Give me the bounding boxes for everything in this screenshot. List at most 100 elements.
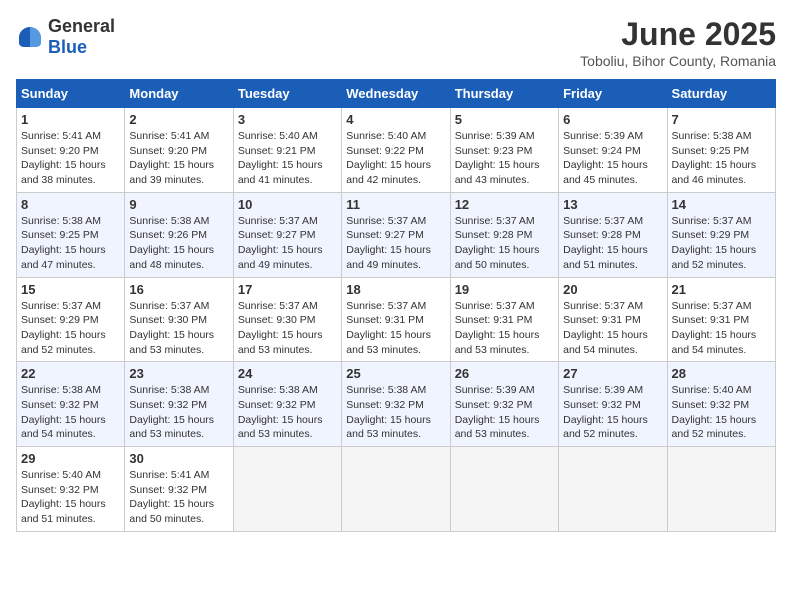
table-row: 23 Sunrise: 5:38 AM Sunset: 9:32 PM Dayl… (125, 362, 233, 447)
day-number: 28 (672, 366, 771, 381)
day-number: 29 (21, 451, 120, 466)
table-row: 22 Sunrise: 5:38 AM Sunset: 9:32 PM Dayl… (17, 362, 125, 447)
day-number: 12 (455, 197, 554, 212)
day-number: 8 (21, 197, 120, 212)
table-row: 29 Sunrise: 5:40 AM Sunset: 9:32 PM Dayl… (17, 447, 125, 532)
day-info: Sunrise: 5:41 AM Sunset: 9:32 PM Dayligh… (129, 468, 228, 527)
day-info: Sunrise: 5:38 AM Sunset: 9:32 PM Dayligh… (346, 383, 445, 442)
table-row: 17 Sunrise: 5:37 AM Sunset: 9:30 PM Dayl… (233, 277, 341, 362)
day-number: 19 (455, 282, 554, 297)
day-number: 25 (346, 366, 445, 381)
day-info: Sunrise: 5:39 AM Sunset: 9:24 PM Dayligh… (563, 129, 662, 188)
day-number: 5 (455, 112, 554, 127)
day-info: Sunrise: 5:38 AM Sunset: 9:32 PM Dayligh… (129, 383, 228, 442)
day-info: Sunrise: 5:37 AM Sunset: 9:27 PM Dayligh… (238, 214, 337, 273)
table-row: 4 Sunrise: 5:40 AM Sunset: 9:22 PM Dayli… (342, 108, 450, 193)
logo-general: General (48, 16, 115, 36)
calendar-week-row: 8 Sunrise: 5:38 AM Sunset: 9:25 PM Dayli… (17, 192, 776, 277)
table-row: 7 Sunrise: 5:38 AM Sunset: 9:25 PM Dayli… (667, 108, 775, 193)
calendar-table: Sunday Monday Tuesday Wednesday Thursday… (16, 79, 776, 532)
day-info: Sunrise: 5:37 AM Sunset: 9:30 PM Dayligh… (129, 299, 228, 358)
day-info: Sunrise: 5:40 AM Sunset: 9:32 PM Dayligh… (21, 468, 120, 527)
day-number: 18 (346, 282, 445, 297)
header-saturday: Saturday (667, 80, 775, 108)
table-row: 27 Sunrise: 5:39 AM Sunset: 9:32 PM Dayl… (559, 362, 667, 447)
table-row: 10 Sunrise: 5:37 AM Sunset: 9:27 PM Dayl… (233, 192, 341, 277)
day-number: 24 (238, 366, 337, 381)
table-row: 8 Sunrise: 5:38 AM Sunset: 9:25 PM Dayli… (17, 192, 125, 277)
table-row: 11 Sunrise: 5:37 AM Sunset: 9:27 PM Dayl… (342, 192, 450, 277)
header-sunday: Sunday (17, 80, 125, 108)
day-info: Sunrise: 5:38 AM Sunset: 9:26 PM Dayligh… (129, 214, 228, 273)
header-monday: Monday (125, 80, 233, 108)
table-row (233, 447, 341, 532)
day-number: 13 (563, 197, 662, 212)
day-number: 14 (672, 197, 771, 212)
day-info: Sunrise: 5:40 AM Sunset: 9:32 PM Dayligh… (672, 383, 771, 442)
day-number: 2 (129, 112, 228, 127)
location-title: Toboliu, Bihor County, Romania (580, 53, 776, 69)
day-number: 20 (563, 282, 662, 297)
day-info: Sunrise: 5:37 AM Sunset: 9:31 PM Dayligh… (672, 299, 771, 358)
page-header: General Blue June 2025 Toboliu, Bihor Co… (16, 16, 776, 69)
day-info: Sunrise: 5:38 AM Sunset: 9:32 PM Dayligh… (238, 383, 337, 442)
calendar-week-row: 1 Sunrise: 5:41 AM Sunset: 9:20 PM Dayli… (17, 108, 776, 193)
day-number: 23 (129, 366, 228, 381)
day-number: 26 (455, 366, 554, 381)
header-thursday: Thursday (450, 80, 558, 108)
table-row: 18 Sunrise: 5:37 AM Sunset: 9:31 PM Dayl… (342, 277, 450, 362)
day-info: Sunrise: 5:37 AM Sunset: 9:28 PM Dayligh… (455, 214, 554, 273)
day-info: Sunrise: 5:39 AM Sunset: 9:32 PM Dayligh… (455, 383, 554, 442)
calendar-week-row: 22 Sunrise: 5:38 AM Sunset: 9:32 PM Dayl… (17, 362, 776, 447)
calendar-week-row: 15 Sunrise: 5:37 AM Sunset: 9:29 PM Dayl… (17, 277, 776, 362)
header-tuesday: Tuesday (233, 80, 341, 108)
day-info: Sunrise: 5:37 AM Sunset: 9:28 PM Dayligh… (563, 214, 662, 273)
table-row: 14 Sunrise: 5:37 AM Sunset: 9:29 PM Dayl… (667, 192, 775, 277)
day-info: Sunrise: 5:38 AM Sunset: 9:32 PM Dayligh… (21, 383, 120, 442)
day-info: Sunrise: 5:37 AM Sunset: 9:31 PM Dayligh… (563, 299, 662, 358)
table-row: 13 Sunrise: 5:37 AM Sunset: 9:28 PM Dayl… (559, 192, 667, 277)
table-row: 20 Sunrise: 5:37 AM Sunset: 9:31 PM Dayl… (559, 277, 667, 362)
table-row: 5 Sunrise: 5:39 AM Sunset: 9:23 PM Dayli… (450, 108, 558, 193)
logo-text: General Blue (48, 16, 115, 58)
table-row: 26 Sunrise: 5:39 AM Sunset: 9:32 PM Dayl… (450, 362, 558, 447)
day-info: Sunrise: 5:38 AM Sunset: 9:25 PM Dayligh… (21, 214, 120, 273)
table-row: 2 Sunrise: 5:41 AM Sunset: 9:20 PM Dayli… (125, 108, 233, 193)
table-row: 30 Sunrise: 5:41 AM Sunset: 9:32 PM Dayl… (125, 447, 233, 532)
day-number: 17 (238, 282, 337, 297)
table-row: 24 Sunrise: 5:38 AM Sunset: 9:32 PM Dayl… (233, 362, 341, 447)
logo-icon (16, 23, 44, 51)
day-number: 1 (21, 112, 120, 127)
day-number: 27 (563, 366, 662, 381)
calendar-header-row: Sunday Monday Tuesday Wednesday Thursday… (17, 80, 776, 108)
day-info: Sunrise: 5:40 AM Sunset: 9:21 PM Dayligh… (238, 129, 337, 188)
day-info: Sunrise: 5:41 AM Sunset: 9:20 PM Dayligh… (129, 129, 228, 188)
day-info: Sunrise: 5:39 AM Sunset: 9:32 PM Dayligh… (563, 383, 662, 442)
logo: General Blue (16, 16, 115, 58)
day-number: 11 (346, 197, 445, 212)
table-row: 19 Sunrise: 5:37 AM Sunset: 9:31 PM Dayl… (450, 277, 558, 362)
day-number: 22 (21, 366, 120, 381)
day-number: 21 (672, 282, 771, 297)
table-row (559, 447, 667, 532)
day-number: 9 (129, 197, 228, 212)
table-row: 25 Sunrise: 5:38 AM Sunset: 9:32 PM Dayl… (342, 362, 450, 447)
table-row: 6 Sunrise: 5:39 AM Sunset: 9:24 PM Dayli… (559, 108, 667, 193)
day-number: 30 (129, 451, 228, 466)
table-row: 1 Sunrise: 5:41 AM Sunset: 9:20 PM Dayli… (17, 108, 125, 193)
day-number: 3 (238, 112, 337, 127)
day-number: 6 (563, 112, 662, 127)
day-number: 4 (346, 112, 445, 127)
table-row: 21 Sunrise: 5:37 AM Sunset: 9:31 PM Dayl… (667, 277, 775, 362)
calendar-week-row: 29 Sunrise: 5:40 AM Sunset: 9:32 PM Dayl… (17, 447, 776, 532)
month-title: June 2025 (580, 16, 776, 53)
table-row (450, 447, 558, 532)
day-info: Sunrise: 5:37 AM Sunset: 9:29 PM Dayligh… (21, 299, 120, 358)
table-row: 15 Sunrise: 5:37 AM Sunset: 9:29 PM Dayl… (17, 277, 125, 362)
day-info: Sunrise: 5:38 AM Sunset: 9:25 PM Dayligh… (672, 129, 771, 188)
day-number: 10 (238, 197, 337, 212)
header-friday: Friday (559, 80, 667, 108)
table-row (342, 447, 450, 532)
day-info: Sunrise: 5:39 AM Sunset: 9:23 PM Dayligh… (455, 129, 554, 188)
table-row: 3 Sunrise: 5:40 AM Sunset: 9:21 PM Dayli… (233, 108, 341, 193)
